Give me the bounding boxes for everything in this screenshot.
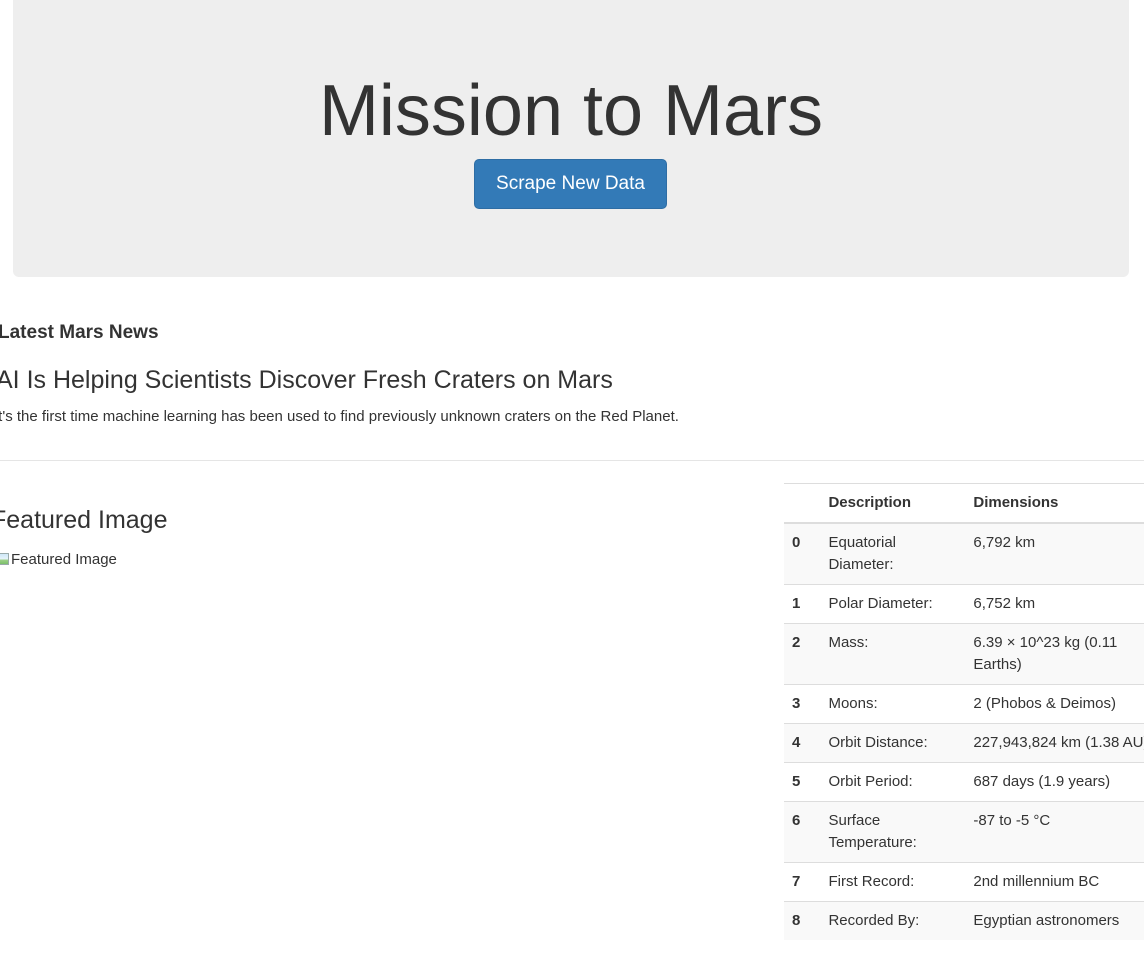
row-description: Recorded By: <box>820 901 966 940</box>
news-teaser: It's the first time machine learning has… <box>0 408 679 425</box>
page-title: Mission to Mars <box>318 71 824 151</box>
table-row: 8 Recorded By: Egyptian astronomers <box>784 901 1144 940</box>
table-header-row: Description Dimensions <box>784 483 1144 524</box>
row-value: Egyptian astronomers <box>965 901 1144 940</box>
table-row: 3 Moons: 2 (Phobos & Deimos) <box>784 684 1144 724</box>
row-description: Orbit Period: <box>820 762 966 802</box>
featured-image[interactable]: Featured Image <box>0 548 117 570</box>
row-description: First Record: <box>820 862 966 902</box>
row-description: Surface Temperature: <box>820 801 966 863</box>
featured-image-alt-text: Featured Image <box>11 550 117 568</box>
row-index: 5 <box>784 762 821 802</box>
jumbotron: Mission to Mars Scrape New Data <box>13 0 1129 277</box>
row-value: 6.39 × 10^23 kg (0.11 Earths) <box>965 623 1144 685</box>
broken-image-icon <box>0 552 10 566</box>
row-index: 1 <box>784 584 821 624</box>
row-value: 6,752 km <box>965 584 1144 624</box>
row-description: Polar Diameter: <box>820 584 966 624</box>
row-description: Equatorial Diameter: <box>820 522 966 585</box>
table-row: 0 Equatorial Diameter: 6,792 km <box>784 522 1144 585</box>
row-index: 0 <box>784 522 821 585</box>
row-value: 2nd millennium BC <box>965 862 1144 902</box>
row-index: 8 <box>784 901 821 940</box>
row-index: 2 <box>784 623 821 685</box>
row-description: Moons: <box>820 684 966 724</box>
scrape-new-data-button[interactable]: Scrape New Data <box>474 159 667 209</box>
row-value: 6,792 km <box>965 522 1144 585</box>
table-row: 4 Orbit Distance: 227,943,824 km (1.38 A… <box>784 723 1144 763</box>
page: Mission to Mars Scrape New Data Latest M… <box>0 0 1144 966</box>
feature-image-heading: Featured Image <box>0 506 168 534</box>
table-row: 7 First Record: 2nd millennium BC <box>784 862 1144 902</box>
table-row: 2 Mass: 6.39 × 10^23 kg (0.11 Earths) <box>784 623 1144 685</box>
table-row: 5 Orbit Period: 687 days (1.9 years) <box>784 762 1144 802</box>
news-section-heading: Latest Mars News <box>0 322 159 343</box>
row-value: 227,943,824 km (1.38 AU) <box>965 723 1144 763</box>
news-title: AI Is Helping Scientists Discover Fresh … <box>0 366 613 394</box>
table-row: 1 Polar Diameter: 6,752 km <box>784 584 1144 624</box>
row-index: 7 <box>784 862 821 902</box>
row-description: Mass: <box>820 623 966 685</box>
table-row: 6 Surface Temperature: -87 to -5 °C <box>784 801 1144 863</box>
row-index: 4 <box>784 723 821 763</box>
mars-facts-table: Description Dimensions 0 Equatorial Diam… <box>784 483 1144 940</box>
table-header-index <box>784 483 821 524</box>
row-value: 687 days (1.9 years) <box>965 762 1144 802</box>
row-value: 2 (Phobos & Deimos) <box>965 684 1144 724</box>
row-index: 3 <box>784 684 821 724</box>
row-index: 6 <box>784 801 821 863</box>
table-header-dimensions: Dimensions <box>965 483 1144 524</box>
row-value: -87 to -5 °C <box>965 801 1144 863</box>
row-description: Orbit Distance: <box>820 723 966 763</box>
divider <box>0 460 1144 461</box>
table-header-description: Description <box>820 483 966 524</box>
